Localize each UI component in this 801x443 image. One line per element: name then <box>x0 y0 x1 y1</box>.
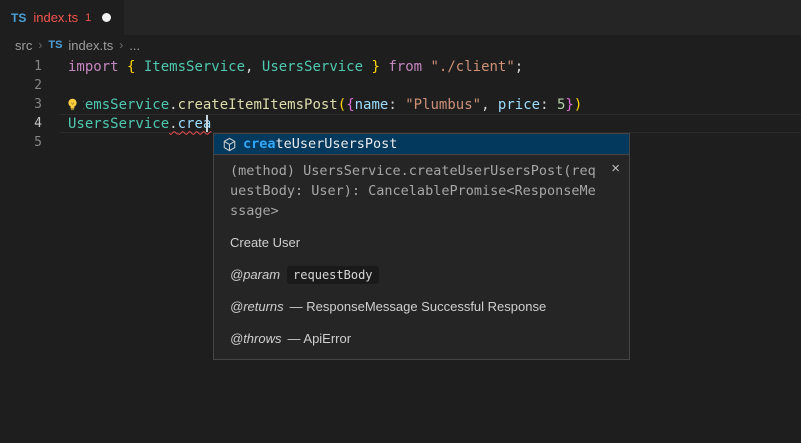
code-line-1: 1 import { ItemsService, UsersService } … <box>0 57 801 76</box>
line-number: 3 <box>0 97 42 112</box>
token: { <box>127 59 144 75</box>
code-line-2: 2 <box>0 76 801 95</box>
breadcrumb-folder[interactable]: src <box>15 38 32 53</box>
token: ( <box>338 97 346 113</box>
token: . <box>169 116 177 132</box>
token: { <box>346 97 354 113</box>
suggestion-item-selected[interactable]: createUserUsersPost <box>214 134 629 155</box>
token: createItemItemsPost <box>178 97 338 113</box>
line-number: 5 <box>0 135 42 150</box>
symbol-method-icon <box>222 137 237 152</box>
tab-error-badge: 1 <box>85 12 91 24</box>
close-icon[interactable]: × <box>611 161 620 176</box>
docs-tag-throws: @throws — ApiError <box>230 329 613 349</box>
token: price <box>498 97 540 113</box>
method-signature: (method) UsersService.createUserUsersPos… <box>230 161 613 221</box>
line-number: 1 <box>0 59 42 74</box>
token: , <box>245 59 262 75</box>
token: : <box>540 97 557 113</box>
token: ) <box>574 97 582 113</box>
docs-tag-returns: @returns — ResponseMessage Successful Res… <box>230 297 613 317</box>
tab-index-ts[interactable]: TS index.ts 1 <box>0 0 124 35</box>
tag-label: @throws <box>230 331 282 346</box>
suggestion-match-text: crea <box>243 136 276 152</box>
line-number: 2 <box>0 78 42 93</box>
typescript-file-icon: TS <box>48 39 62 51</box>
token: name <box>355 97 389 113</box>
code-text: ItemsService.createItemItemsPost({name: … <box>68 97 582 113</box>
docs-tag-param: @param requestBody <box>230 265 613 285</box>
param-name-chip: requestBody <box>287 266 378 284</box>
token: UsersService <box>68 116 169 132</box>
tab-label: index.ts <box>33 10 78 25</box>
suggestion-label: createUserUsersPost <box>243 136 397 152</box>
code-line-4: 4 UsersService.crea <box>0 114 801 133</box>
token: "./client" <box>431 59 515 75</box>
chevron-right-icon: › <box>38 38 42 52</box>
token: . <box>169 97 177 113</box>
breadcrumb-symbol[interactable]: ... <box>129 38 140 53</box>
tab-bar: TS index.ts 1 <box>0 0 801 35</box>
text-cursor <box>206 115 208 132</box>
tag-text: — ApiError <box>288 331 352 346</box>
tag-text: — ResponseMessage Successful Response <box>290 299 547 314</box>
token: "Plumbus" <box>405 97 481 113</box>
docs-summary: Create User <box>230 233 613 253</box>
token: UsersService <box>262 59 363 75</box>
modified-dot-icon[interactable] <box>102 13 111 22</box>
line-number-active: 4 <box>0 116 42 131</box>
token: from <box>388 59 430 75</box>
typescript-file-icon: TS <box>11 11 26 25</box>
token: ItemsService <box>68 97 169 113</box>
breadcrumb: src › TS index.ts › ... <box>0 35 801 55</box>
token: : <box>388 97 405 113</box>
breadcrumb-file[interactable]: index.ts <box>68 38 113 53</box>
token: ; <box>515 59 523 75</box>
tag-label: @param <box>230 267 280 282</box>
token: import <box>68 59 127 75</box>
tag-label: @returns <box>230 299 284 314</box>
code-line-3: 3 ItemsService.createItemItemsPost({name… <box>0 95 801 114</box>
suggestion-docs-panel: (method) UsersService.createUserUsersPos… <box>214 155 629 359</box>
code-text: UsersService.crea <box>68 116 211 132</box>
code-text: import { ItemsService, UsersService } fr… <box>68 59 523 75</box>
intellisense-suggest-widget: createUserUsersPost (method) UsersServic… <box>213 133 630 360</box>
token: } <box>363 59 388 75</box>
token: } <box>565 97 573 113</box>
lightbulb-code-action-icon[interactable] <box>62 96 83 113</box>
chevron-right-icon: › <box>119 38 123 52</box>
token: ItemsService <box>144 59 245 75</box>
error-squiggle: .crea <box>169 116 211 132</box>
suggestion-rest-text: teUserUsersPost <box>276 136 398 152</box>
token: , <box>481 97 498 113</box>
